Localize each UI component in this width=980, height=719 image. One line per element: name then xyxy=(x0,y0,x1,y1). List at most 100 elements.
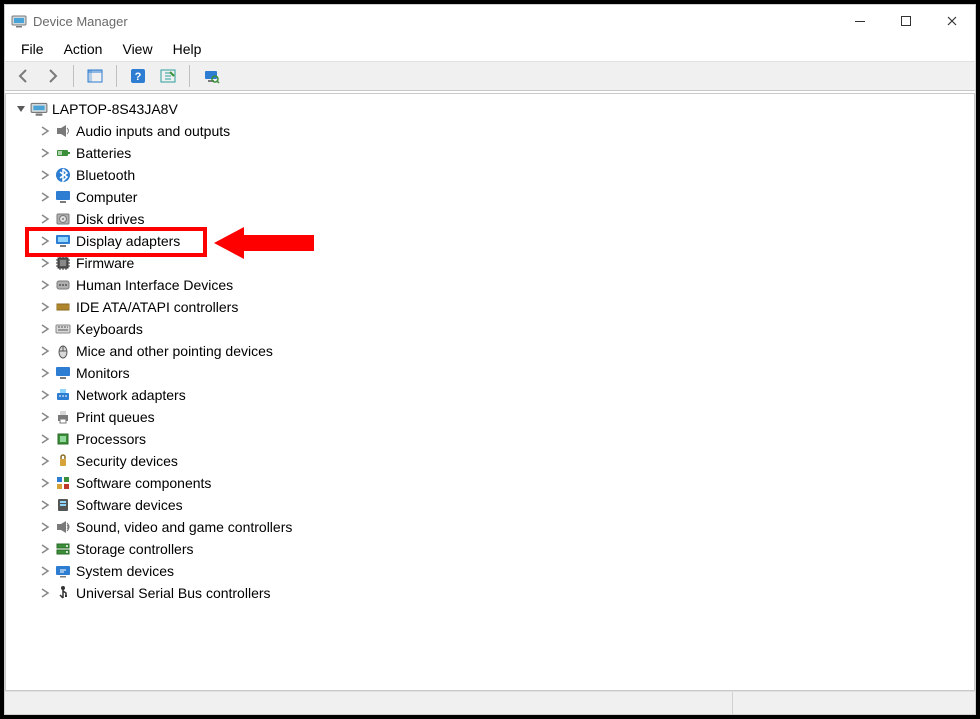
bluetooth-icon xyxy=(54,166,72,184)
tree-item-label: Batteries xyxy=(76,145,131,161)
chevron-right-icon[interactable] xyxy=(38,498,52,512)
tree-item[interactable]: Universal Serial Bus controllers xyxy=(38,582,974,604)
chevron-right-icon[interactable] xyxy=(38,300,52,314)
menubar: File Action View Help xyxy=(5,37,975,62)
chevron-right-icon[interactable] xyxy=(38,234,52,248)
chevron-right-icon[interactable] xyxy=(38,322,52,336)
back-button[interactable] xyxy=(11,65,37,87)
chevron-right-icon[interactable] xyxy=(38,476,52,490)
chevron-right-icon[interactable] xyxy=(38,564,52,578)
menu-action[interactable]: Action xyxy=(54,39,113,59)
titlebar[interactable]: Device Manager xyxy=(5,5,975,37)
tree-item-label: Display adapters xyxy=(76,233,180,249)
chevron-right-icon[interactable] xyxy=(38,190,52,204)
keyboard-icon xyxy=(54,320,72,338)
tree-item[interactable]: Human Interface Devices xyxy=(38,274,974,296)
tree-item[interactable]: IDE ATA/ATAPI controllers xyxy=(38,296,974,318)
tree-item[interactable]: Keyboards xyxy=(38,318,974,340)
tree-item[interactable]: Monitors xyxy=(38,362,974,384)
svg-text:?: ? xyxy=(135,71,142,83)
chevron-right-icon[interactable] xyxy=(38,146,52,160)
system-icon xyxy=(54,562,72,580)
device-tree[interactable]: LAPTOP-8S43JA8V Audio inputs and outputs… xyxy=(6,94,974,690)
tree-item[interactable]: Processors xyxy=(38,428,974,450)
tree-item[interactable]: Audio inputs and outputs xyxy=(38,120,974,142)
tree-item[interactable]: Computer xyxy=(38,186,974,208)
software-icon xyxy=(54,496,72,514)
chevron-right-icon[interactable] xyxy=(38,410,52,424)
storage-icon xyxy=(54,540,72,558)
chevron-right-icon[interactable] xyxy=(38,542,52,556)
tree-item-label: Universal Serial Bus controllers xyxy=(76,585,271,601)
chevron-right-icon[interactable] xyxy=(38,256,52,270)
tree-item-label: Network adapters xyxy=(76,387,186,403)
app-icon xyxy=(11,13,27,29)
tree-item[interactable]: Mice and other pointing devices xyxy=(38,340,974,362)
console-tree-button[interactable] xyxy=(82,65,108,87)
monitor-icon xyxy=(54,188,72,206)
chevron-right-icon[interactable] xyxy=(38,366,52,380)
statusbar xyxy=(5,691,975,714)
menu-help[interactable]: Help xyxy=(163,39,212,59)
chevron-right-icon[interactable] xyxy=(38,520,52,534)
tree-item[interactable]: Display adapters xyxy=(38,230,974,252)
chevron-right-icon[interactable] xyxy=(38,344,52,358)
tree-item[interactable]: Security devices xyxy=(38,450,974,472)
tree-item-label: Human Interface Devices xyxy=(76,277,233,293)
tree-item[interactable]: Software components xyxy=(38,472,974,494)
chevron-right-icon[interactable] xyxy=(38,278,52,292)
tree-item[interactable]: Disk drives xyxy=(38,208,974,230)
chevron-right-icon[interactable] xyxy=(38,168,52,182)
tree-item-label: Security devices xyxy=(76,453,178,469)
tree-item[interactable]: Sound, video and game controllers xyxy=(38,516,974,538)
chevron-right-icon[interactable] xyxy=(38,388,52,402)
tree-item-label: Keyboards xyxy=(76,321,143,337)
chevron-right-icon[interactable] xyxy=(38,124,52,138)
ide-icon xyxy=(54,298,72,316)
hid-icon xyxy=(54,276,72,294)
menu-view[interactable]: View xyxy=(112,39,162,59)
close-button[interactable] xyxy=(929,5,975,37)
chevron-right-icon[interactable] xyxy=(38,432,52,446)
toolbar-divider xyxy=(73,65,74,87)
toolbar-divider xyxy=(116,65,117,87)
chevron-right-icon[interactable] xyxy=(38,586,52,600)
display-icon xyxy=(54,232,72,250)
tree-item-label: Sound, video and game controllers xyxy=(76,519,292,535)
help-button[interactable]: ? xyxy=(125,65,151,87)
tree-item-label: Print queues xyxy=(76,409,155,425)
disk-icon xyxy=(54,210,72,228)
cpu-icon xyxy=(54,430,72,448)
tree-item-label: Processors xyxy=(76,431,146,447)
tree-root-node[interactable]: LAPTOP-8S43JA8V xyxy=(14,98,974,120)
chevron-down-icon[interactable] xyxy=(14,102,28,116)
chevron-right-icon[interactable] xyxy=(38,454,52,468)
battery-icon xyxy=(54,144,72,162)
device-manager-window: Device Manager File Action View Help xyxy=(4,4,976,715)
chip-icon xyxy=(54,254,72,272)
show-hidden-button[interactable] xyxy=(155,65,181,87)
content-panel: LAPTOP-8S43JA8V Audio inputs and outputs… xyxy=(5,93,975,691)
minimize-button[interactable] xyxy=(837,5,883,37)
tree-item[interactable]: Software devices xyxy=(38,494,974,516)
tree-item[interactable]: Bluetooth xyxy=(38,164,974,186)
maximize-button[interactable] xyxy=(883,5,929,37)
tree-item[interactable]: Batteries xyxy=(38,142,974,164)
tree-item-label: Monitors xyxy=(76,365,130,381)
scan-hardware-button[interactable] xyxy=(198,65,224,87)
forward-button[interactable] xyxy=(39,65,65,87)
tree-item[interactable]: Print queues xyxy=(38,406,974,428)
tree-item-label: Computer xyxy=(76,189,137,205)
menu-file[interactable]: File xyxy=(11,39,54,59)
tree-item-label: Firmware xyxy=(76,255,134,271)
tree-root-label: LAPTOP-8S43JA8V xyxy=(52,101,178,117)
chevron-right-icon[interactable] xyxy=(38,212,52,226)
tree-item-label: Disk drives xyxy=(76,211,144,227)
tree-item[interactable]: System devices xyxy=(38,560,974,582)
tree-item[interactable]: Firmware xyxy=(38,252,974,274)
status-cell xyxy=(732,692,975,714)
tree-item[interactable]: Storage controllers xyxy=(38,538,974,560)
tree-item-label: IDE ATA/ATAPI controllers xyxy=(76,299,238,315)
tree-item-label: Software devices xyxy=(76,497,183,513)
tree-item[interactable]: Network adapters xyxy=(38,384,974,406)
